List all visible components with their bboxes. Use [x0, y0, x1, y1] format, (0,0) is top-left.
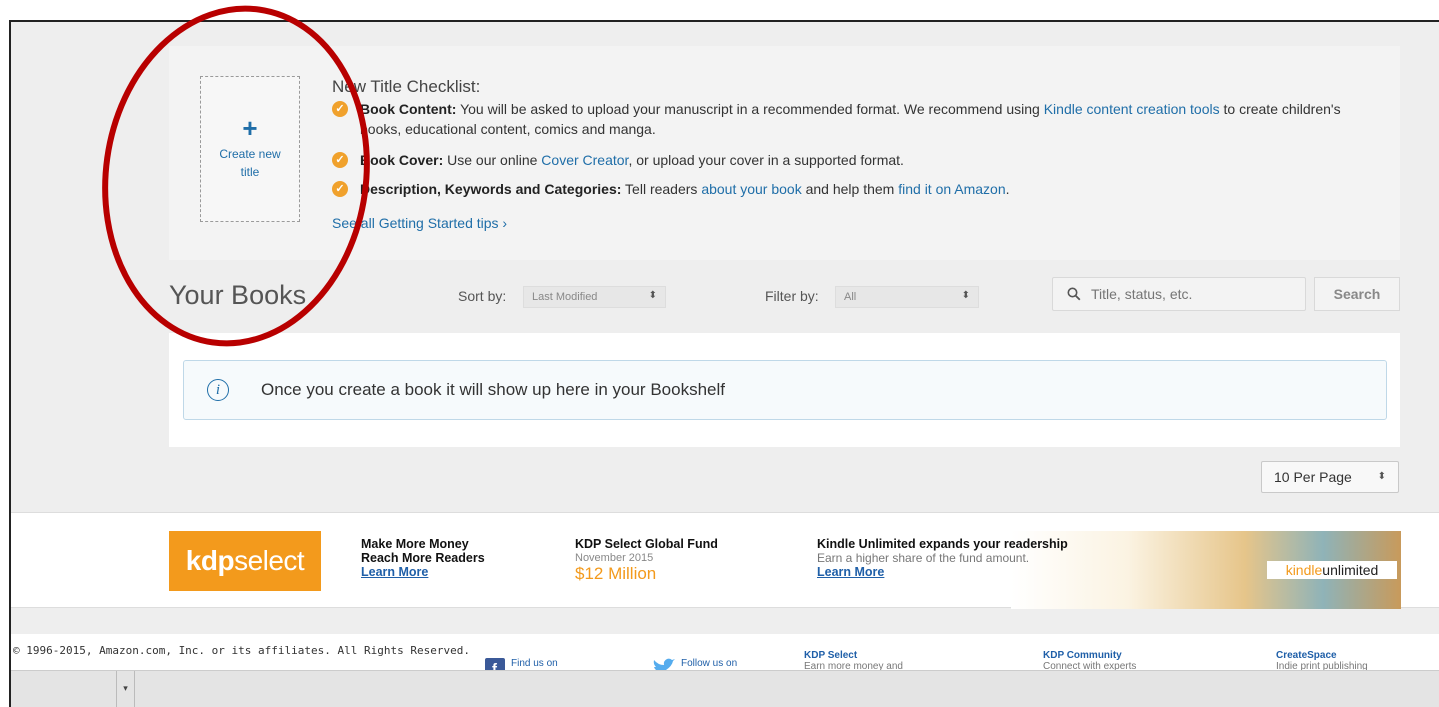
checklist-item-book-cover: ✓ Book Cover: Use our online Cover Creat…: [332, 150, 1382, 170]
promo-banner: kdpselect Make More Money Reach More Rea…: [11, 512, 1439, 609]
kdp-bookshelf-page: + Create new title New Title Checklist: …: [9, 20, 1439, 707]
copyright-text: © 1996-2015, Amazon.com, Inc. or its aff…: [13, 644, 470, 657]
checklist-item-heading: Book Content:: [360, 101, 457, 117]
create-new-title-label: Create new title: [219, 147, 281, 179]
new-title-checklist-panel: + Create new title New Title Checklist: …: [169, 46, 1400, 260]
checklist-title: New Title Checklist:: [332, 77, 481, 96]
filter-by-value: All: [844, 291, 857, 303]
search-field[interactable]: [1052, 277, 1306, 311]
select-arrows-icon: ⬍: [648, 290, 657, 301]
checklist-item-book-content: ✓ Book Content: You will be asked to upl…: [332, 99, 1382, 139]
about-your-book-link[interactable]: about your book: [701, 181, 801, 197]
search-icon: [1067, 287, 1081, 301]
promo-heading: Make More Money: [361, 537, 469, 551]
bottom-toolbar: ▾: [11, 670, 1439, 707]
search-input[interactable]: [1091, 286, 1301, 302]
facebook-link-label: Find us on: [511, 658, 558, 669]
bookshelf: i Once you create a book it will show up…: [169, 333, 1400, 447]
check-icon: ✓: [332, 101, 348, 117]
check-icon: ✓: [332, 181, 348, 197]
select-arrows-icon: ⬍: [961, 290, 970, 301]
sort-by-label: Sort by:: [458, 288, 507, 304]
checklist-item-heading: Description, Keywords and Categories:: [360, 181, 622, 197]
promo-subtext: Earn a higher share of the fund amount.: [817, 551, 1030, 565]
checklist-item-text: .: [1005, 181, 1010, 197]
kindle-unlimited-banner-image[interactable]: kindleunlimited: [1011, 531, 1401, 609]
promo-heading: KDP Select Global Fund: [575, 537, 718, 551]
checklist-item-text: Use our online: [443, 152, 542, 168]
empty-bookshelf-text: Once you create a book it will show up h…: [261, 380, 725, 399]
create-new-title-button[interactable]: + Create new title: [200, 76, 300, 222]
checklist-item-text: and help them: [801, 181, 899, 197]
empty-bookshelf-message: i Once you create a book it will show up…: [183, 360, 1387, 420]
search-button[interactable]: Search: [1314, 277, 1400, 311]
kindle-unlimited-logo: kindleunlimited: [1267, 561, 1397, 579]
filter-by-label: Filter by:: [765, 288, 819, 304]
checklist-item-description: ✓ Description, Keywords and Categories: …: [332, 179, 1382, 199]
promo-make-more-money: Make More Money Reach More Readers Learn…: [361, 537, 485, 579]
learn-more-link[interactable]: Learn More: [361, 565, 428, 579]
promo-heading: Kindle Unlimited expands your readership: [817, 537, 1068, 551]
checklist-item-text: You will be asked to upload your manuscr…: [456, 101, 1044, 117]
sort-by-value: Last Modified: [532, 291, 598, 303]
checklist-item-text: Tell readers: [621, 181, 702, 197]
per-page-select[interactable]: 10 Per Page ⬍: [1261, 461, 1399, 493]
footer-col-kdp-community[interactable]: KDP Community Connect with experts: [1043, 650, 1136, 672]
see-all-getting-started-tips-link[interactable]: See all Getting Started tips ›: [332, 215, 507, 231]
checklist-item-text: , or upload your cover in a supported fo…: [628, 152, 904, 168]
check-icon: ✓: [332, 152, 348, 168]
sort-by-select[interactable]: Last Modified ⬍: [523, 286, 666, 308]
learn-more-link[interactable]: Learn More: [817, 565, 884, 579]
cover-creator-link[interactable]: Cover Creator: [541, 152, 628, 168]
per-page-value: 10 Per Page: [1274, 469, 1352, 485]
filter-by-select[interactable]: All ⬍: [835, 286, 979, 308]
kdp-select-logo[interactable]: kdpselect: [169, 531, 321, 591]
footer-col-title: KDP Select: [804, 650, 858, 661]
select-arrows-icon: ⬍: [1377, 471, 1386, 482]
footer-col-kdp-select[interactable]: KDP Select Earn more money and: [804, 650, 903, 672]
bottom-dropdown[interactable]: ▾: [11, 671, 135, 707]
kindle-content-creation-tools-link[interactable]: Kindle content creation tools: [1044, 101, 1220, 117]
twitter-link-label: Follow us on: [681, 658, 738, 669]
info-icon: i: [207, 379, 229, 401]
footer-col-title: KDP Community: [1043, 650, 1122, 661]
plus-icon: +: [242, 113, 258, 143]
chevron-down-icon: ▾: [116, 671, 134, 707]
promo-global-fund: KDP Select Global Fund November 2015 $12…: [575, 537, 718, 583]
find-it-on-amazon-link[interactable]: find it on Amazon: [898, 181, 1005, 197]
promo-kindle-unlimited: Kindle Unlimited expands your readership…: [817, 537, 1068, 579]
checklist-item-heading: Book Cover:: [360, 152, 444, 168]
footer-col-title: CreateSpace: [1276, 650, 1337, 661]
promo-heading: Reach More Readers: [361, 551, 485, 565]
promo-date: November 2015: [575, 552, 654, 564]
footer-col-createspace[interactable]: CreateSpace Indie print publishing: [1276, 650, 1368, 672]
promo-amount: $12 Million: [575, 564, 657, 583]
page-title: Your Books: [169, 280, 307, 310]
